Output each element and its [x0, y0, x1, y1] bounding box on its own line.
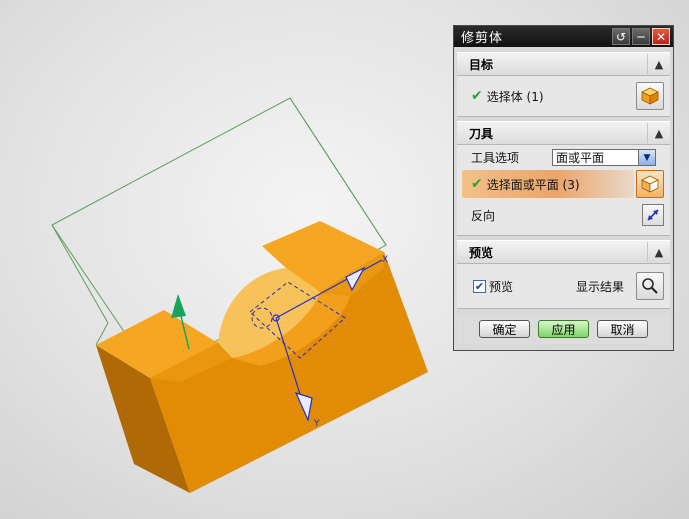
axis-y-label: Y [313, 419, 320, 429]
close-icon[interactable]: ✕ [652, 28, 670, 45]
preview-section-header[interactable]: 预览 ▲ [457, 240, 670, 264]
target-section-header[interactable]: 目标 ▲ [457, 52, 670, 76]
tool-option-select[interactable]: 面或平面 ▼ [552, 149, 656, 166]
tool-option-label: 工具选项 [471, 151, 520, 165]
target-section-title: 目标 [469, 57, 494, 72]
show-result-label: 显示结果 [575, 279, 624, 294]
cube-icon [641, 87, 659, 105]
minimize-icon[interactable]: ─ [632, 28, 650, 45]
reverse-label: 反向 [471, 208, 496, 223]
dialog-title: 修剪体 [461, 31, 504, 46]
refresh-icon[interactable]: ↺ [612, 28, 630, 45]
check-icon: ✔ [471, 88, 483, 104]
reverse-row: 反向 [457, 198, 670, 232]
dialog-footer: 确定 应用 取消 [457, 314, 670, 344]
reverse-direction-button[interactable] [642, 204, 664, 226]
chevron-up-icon[interactable]: ▲ [647, 123, 670, 143]
ok-button[interactable]: 确定 [479, 320, 530, 338]
select-face-row[interactable]: ✔ 选择面或平面 (3) [462, 170, 634, 198]
select-body-row[interactable]: ✔ 选择体 (1) [457, 76, 670, 116]
reverse-arrows-icon [647, 209, 659, 221]
tool-option-row: 工具选项 面或平面 ▼ [457, 145, 670, 170]
select-body-label: 选择体 (1) [486, 89, 544, 104]
trim-body-dialog: 修剪体 ↺ ─ ✕ 目标 ▲ ✔ 选择体 (1) 刀具 ▲ 工具选项 面或平面 … [453, 25, 674, 351]
chevron-up-icon[interactable]: ▲ [647, 242, 670, 262]
preview-section-title: 预览 [469, 245, 494, 260]
preview-label: 预览 [489, 279, 514, 294]
tool-section-header[interactable]: 刀具 ▲ [457, 121, 670, 145]
preview-checkbox[interactable]: ✔ [473, 279, 486, 293]
preview-row: ✔ 预览 显示结果 [457, 264, 670, 308]
magnifier-icon [642, 278, 658, 294]
axis-x-label: X [382, 255, 388, 265]
select-face-button[interactable] [636, 170, 664, 198]
chevron-down-icon[interactable]: ▼ [638, 150, 655, 165]
show-result-button[interactable] [636, 272, 664, 300]
chevron-up-icon[interactable]: ▲ [647, 54, 670, 74]
check-icon: ✔ [471, 176, 483, 192]
face-cube-icon [641, 175, 659, 193]
preview-section-body: ✔ 预览 显示结果 [457, 264, 670, 309]
tool-option-value: 面或平面 [556, 151, 605, 165]
cancel-button[interactable]: 取消 [597, 320, 648, 338]
tool-section-body: 工具选项 面或平面 ▼ ✔ 选择面或平面 (3) 反向 [457, 145, 670, 236]
select-body-button[interactable] [636, 82, 664, 110]
apply-button[interactable]: 应用 [538, 320, 589, 338]
dialog-titlebar[interactable]: 修剪体 ↺ ─ ✕ [454, 26, 673, 47]
select-face-label: 选择面或平面 (3) [486, 177, 580, 192]
tool-section-title: 刀具 [469, 126, 494, 141]
target-section-body: ✔ 选择体 (1) [457, 76, 670, 117]
